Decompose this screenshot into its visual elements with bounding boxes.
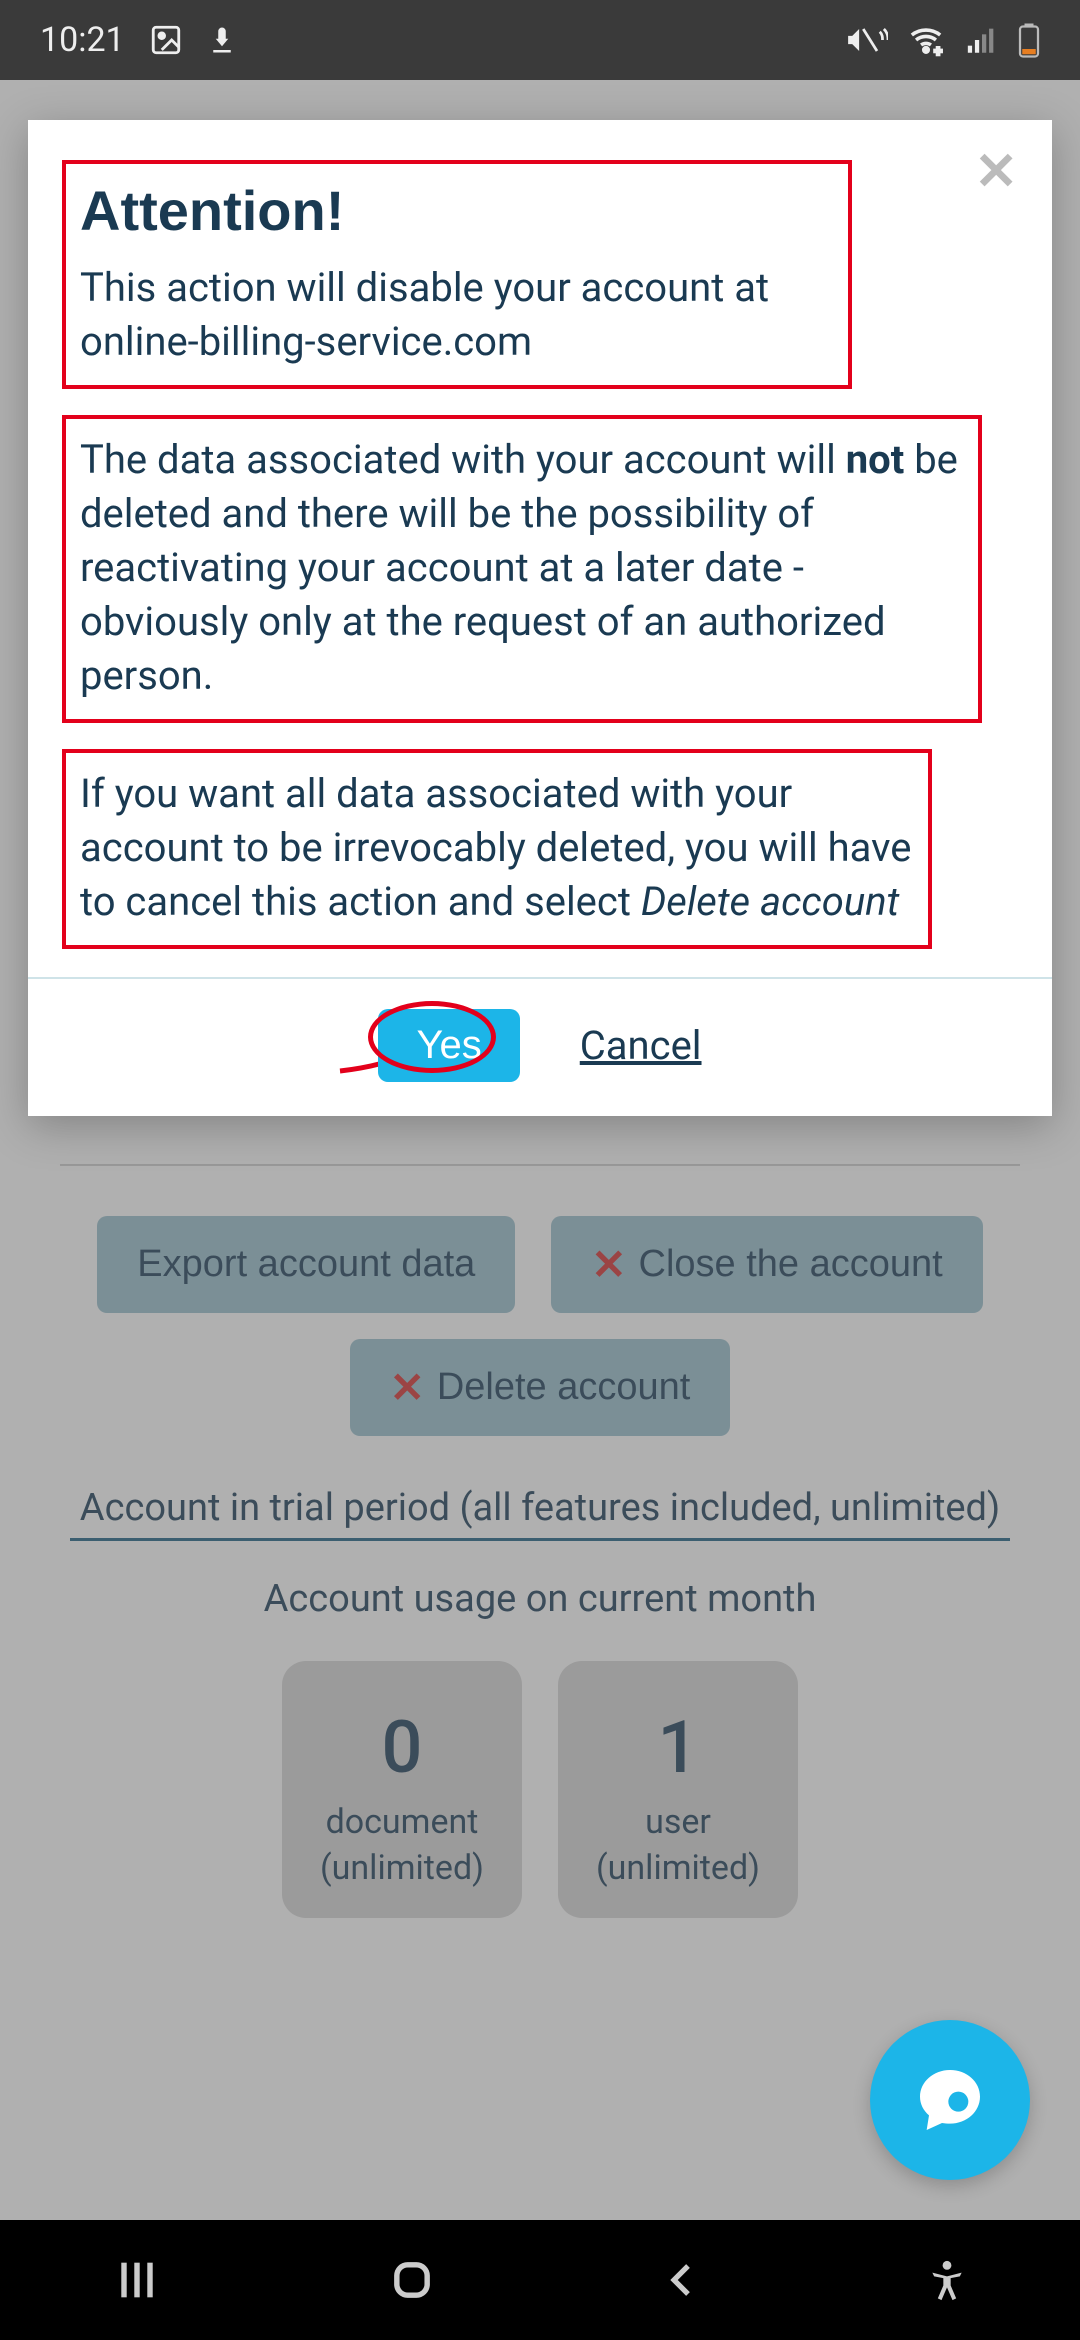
recent-apps-button[interactable] bbox=[111, 2254, 163, 2306]
cancel-link[interactable]: Cancel bbox=[580, 1022, 702, 1069]
chat-fab[interactable] bbox=[870, 2020, 1030, 2180]
signal-icon bbox=[964, 23, 1000, 57]
svg-text:+: + bbox=[935, 45, 942, 57]
modal-title: Attention! bbox=[80, 178, 834, 243]
modal-paragraph-3: If you want all data associated with you… bbox=[80, 767, 914, 929]
yes-button[interactable]: Yes bbox=[378, 1009, 519, 1082]
close-icon[interactable]: ✕ bbox=[974, 146, 1018, 198]
modal-actions: Yes Cancel bbox=[62, 1009, 1018, 1082]
battery-low-icon bbox=[1018, 22, 1040, 58]
accessibility-button[interactable] bbox=[925, 2254, 969, 2306]
back-button[interactable] bbox=[660, 2254, 702, 2306]
attention-modal: ✕ Attention! This action will disable yo… bbox=[28, 120, 1052, 1116]
wifi-icon: + bbox=[906, 23, 946, 57]
modal-divider bbox=[28, 977, 1052, 979]
android-nav-bar bbox=[0, 2220, 1080, 2340]
p2-a: The data associated with your account wi… bbox=[80, 436, 846, 483]
image-icon bbox=[149, 23, 183, 57]
status-left: 10:21 bbox=[40, 20, 237, 60]
modal-paragraph-2: The data associated with your account wi… bbox=[80, 433, 964, 703]
download-icon bbox=[207, 23, 237, 57]
status-bar: 10:21 + bbox=[0, 0, 1080, 80]
status-right: + bbox=[844, 22, 1040, 58]
status-time: 10:21 bbox=[40, 20, 125, 60]
annotation-box-2: The data associated with your account wi… bbox=[62, 415, 982, 723]
annotation-box-1: Attention! This action will disable your… bbox=[62, 160, 852, 389]
p2-bold: not bbox=[846, 436, 905, 483]
annotation-box-3: If you want all data associated with you… bbox=[62, 749, 932, 949]
modal-line1: This action will disable your account at… bbox=[80, 261, 834, 369]
mute-vibrate-icon bbox=[844, 23, 888, 57]
home-button[interactable] bbox=[386, 2254, 438, 2306]
p3-ital: Delete account bbox=[641, 878, 900, 925]
chat-bubble-icon bbox=[910, 2060, 990, 2140]
yes-button-wrap: Yes bbox=[378, 1009, 519, 1082]
